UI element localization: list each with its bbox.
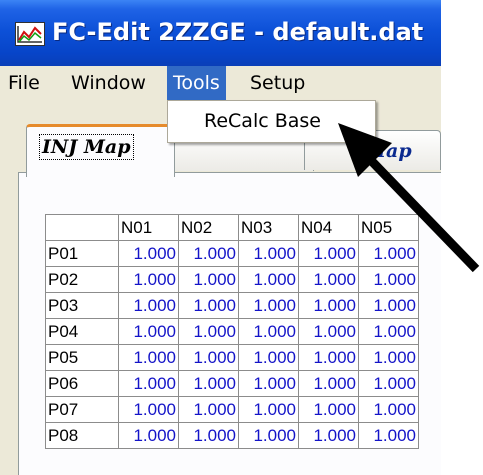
grid-cell[interactable]: 1.000: [178, 344, 239, 371]
tab-inj-map[interactable]: INJ Map: [26, 124, 175, 177]
grid-cell[interactable]: 1.000: [358, 344, 419, 371]
table-row: P08 1.000 1.000 1.000 1.000 1.000: [45, 422, 419, 449]
grid-cell[interactable]: 1.000: [298, 344, 359, 371]
menu-file[interactable]: File: [2, 66, 46, 100]
chart-line-icon: [15, 22, 45, 46]
column-header[interactable]: N03: [238, 214, 299, 241]
menu-window[interactable]: Window: [65, 66, 152, 100]
arrow-pointer-icon: [338, 123, 480, 273]
tab-inj-map-label: INJ Map: [39, 134, 134, 160]
table-row: P05 1.000 1.000 1.000 1.000 1.000: [45, 344, 419, 371]
row-header[interactable]: P03: [45, 292, 119, 319]
table-row: P07 1.000 1.000 1.000 1.000 1.000: [45, 396, 419, 423]
grid-cell[interactable]: 1.000: [298, 370, 359, 397]
row-header[interactable]: P04: [45, 318, 119, 345]
grid-cell[interactable]: 1.000: [238, 370, 299, 397]
grid-cell[interactable]: 1.000: [118, 422, 179, 449]
row-header[interactable]: P07: [45, 396, 119, 423]
grid-cell[interactable]: 1.000: [178, 370, 239, 397]
grid-cell[interactable]: 1.000: [118, 318, 179, 345]
grid-cell[interactable]: 1.000: [178, 240, 239, 267]
row-header[interactable]: P02: [45, 266, 119, 293]
grid-cell[interactable]: 1.000: [178, 266, 239, 293]
grid-cell[interactable]: 1.000: [298, 422, 359, 449]
menu-bar: File Window Tools Setup: [0, 66, 441, 100]
menu-item-recalc-base[interactable]: ReCalc Base: [204, 110, 321, 132]
grid-cell[interactable]: 1.000: [238, 344, 299, 371]
grid-cell[interactable]: 1.000: [358, 292, 419, 319]
grid-cell[interactable]: 1.000: [118, 344, 179, 371]
title-bar[interactable]: FC-Edit 2ZZGE - default.dat: [0, 0, 441, 66]
grid-cell[interactable]: 1.000: [358, 370, 419, 397]
grid-cell[interactable]: 1.000: [118, 370, 179, 397]
grid-cell[interactable]: 1.000: [358, 318, 419, 345]
grid-cell[interactable]: 1.000: [358, 396, 419, 423]
grid-cell[interactable]: 1.000: [178, 318, 239, 345]
table-row: P06 1.000 1.000 1.000 1.000 1.000: [45, 370, 419, 397]
row-header[interactable]: P08: [45, 422, 119, 449]
grid-cell[interactable]: 1.000: [298, 318, 359, 345]
grid-cell[interactable]: 1.000: [178, 422, 239, 449]
table-row: P03 1.000 1.000 1.000 1.000 1.000: [45, 292, 419, 319]
grid-cell[interactable]: 1.000: [118, 292, 179, 319]
window-title: FC-Edit 2ZZGE - default.dat: [52, 18, 424, 46]
grid-cell[interactable]: 1.000: [358, 422, 419, 449]
grid-cell[interactable]: 1.000: [238, 318, 299, 345]
grid-cell[interactable]: 1.000: [238, 240, 299, 267]
grid-cell[interactable]: 1.000: [238, 396, 299, 423]
menu-setup[interactable]: Setup: [244, 66, 311, 100]
row-header[interactable]: P06: [45, 370, 119, 397]
grid-cell[interactable]: 1.000: [178, 292, 239, 319]
grid-corner: [45, 214, 119, 241]
grid-cell[interactable]: 1.000: [298, 292, 359, 319]
row-header[interactable]: P01: [45, 240, 119, 267]
grid-cell[interactable]: 1.000: [118, 266, 179, 293]
table-row: P04 1.000 1.000 1.000 1.000 1.000: [45, 318, 419, 345]
grid-cell[interactable]: 1.000: [118, 396, 179, 423]
grid-cell[interactable]: 1.000: [238, 422, 299, 449]
row-header[interactable]: P05: [45, 344, 119, 371]
grid-cell[interactable]: 1.000: [178, 396, 239, 423]
column-header[interactable]: N01: [118, 214, 179, 241]
column-header[interactable]: N02: [178, 214, 239, 241]
grid-cell[interactable]: 1.000: [298, 396, 359, 423]
grid-cell[interactable]: 1.000: [238, 292, 299, 319]
grid-cell[interactable]: 1.000: [118, 240, 179, 267]
menu-tools[interactable]: Tools: [167, 66, 226, 100]
grid-cell[interactable]: 1.000: [238, 266, 299, 293]
